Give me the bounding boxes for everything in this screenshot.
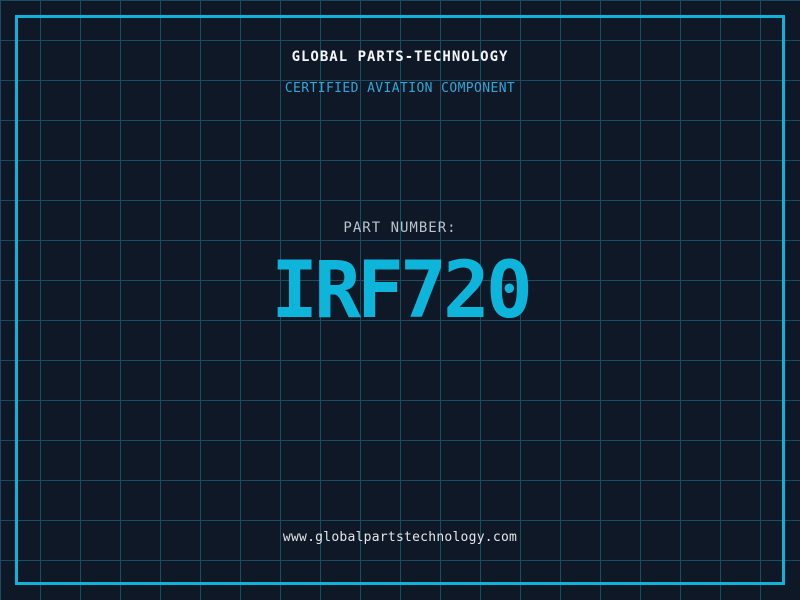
part-number-value: IRF720 [271, 246, 533, 336]
website-url: www.globalpartstechnology.com [282, 530, 518, 545]
part-number-label: PART NUMBER: [343, 220, 457, 236]
part-label-card: GLOBAL PARTS-TECHNOLOGY CERTIFIED AVIATI… [0, 0, 800, 600]
company-name: GLOBAL PARTS-TECHNOLOGY [291, 49, 509, 65]
certification-tagline: CERTIFIED AVIATION COMPONENT [284, 81, 516, 96]
